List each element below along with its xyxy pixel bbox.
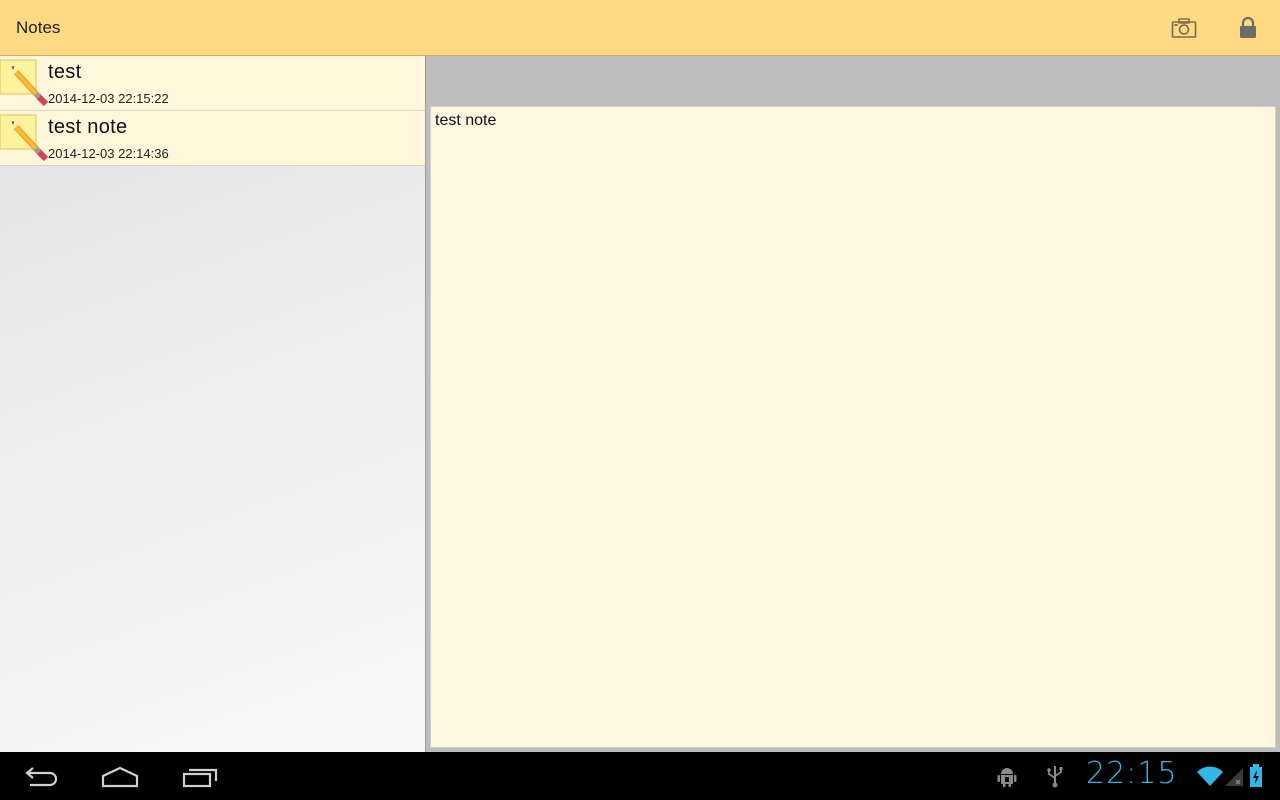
note-date: 2014-12-03 22:15:22 [48,91,169,106]
note-pencil-icon [0,114,48,161]
status-clock: 22:15 [1086,756,1178,791]
battery-icon [1248,764,1264,788]
android-debug-icon [994,764,1020,788]
usb-icon [1044,764,1066,788]
lock-icon [1240,16,1256,38]
lock-button[interactable] [1228,8,1268,48]
back-button[interactable] [8,760,72,794]
wifi-icon [1196,764,1224,788]
signal-icon [1224,764,1244,788]
recent-apps-icon [182,768,218,788]
notes-list: test 2014-12-03 22:15:22 test note 2014-… [0,56,426,752]
camera-icon [1171,18,1197,38]
note-title: test [48,61,82,83]
note-date: 2014-12-03 22:14:36 [48,146,169,161]
camera-button[interactable] [1164,8,1204,48]
back-icon [25,767,58,787]
editor-panel: test note [427,56,1280,752]
note-pencil-icon [0,59,48,106]
note-list-item[interactable]: test 2014-12-03 22:15:22 [0,56,425,111]
action-bar: Notes [0,0,1280,56]
note-title: test note [48,116,128,138]
home-button[interactable] [88,760,152,794]
home-icon [101,766,139,788]
system-bar: 22:15 [0,752,1280,800]
app-title: Notes [16,18,61,37]
recent-apps-button[interactable] [168,760,232,794]
note-editor[interactable]: test note [430,106,1276,748]
note-list-item[interactable]: test note 2014-12-03 22:14:36 [0,111,425,166]
